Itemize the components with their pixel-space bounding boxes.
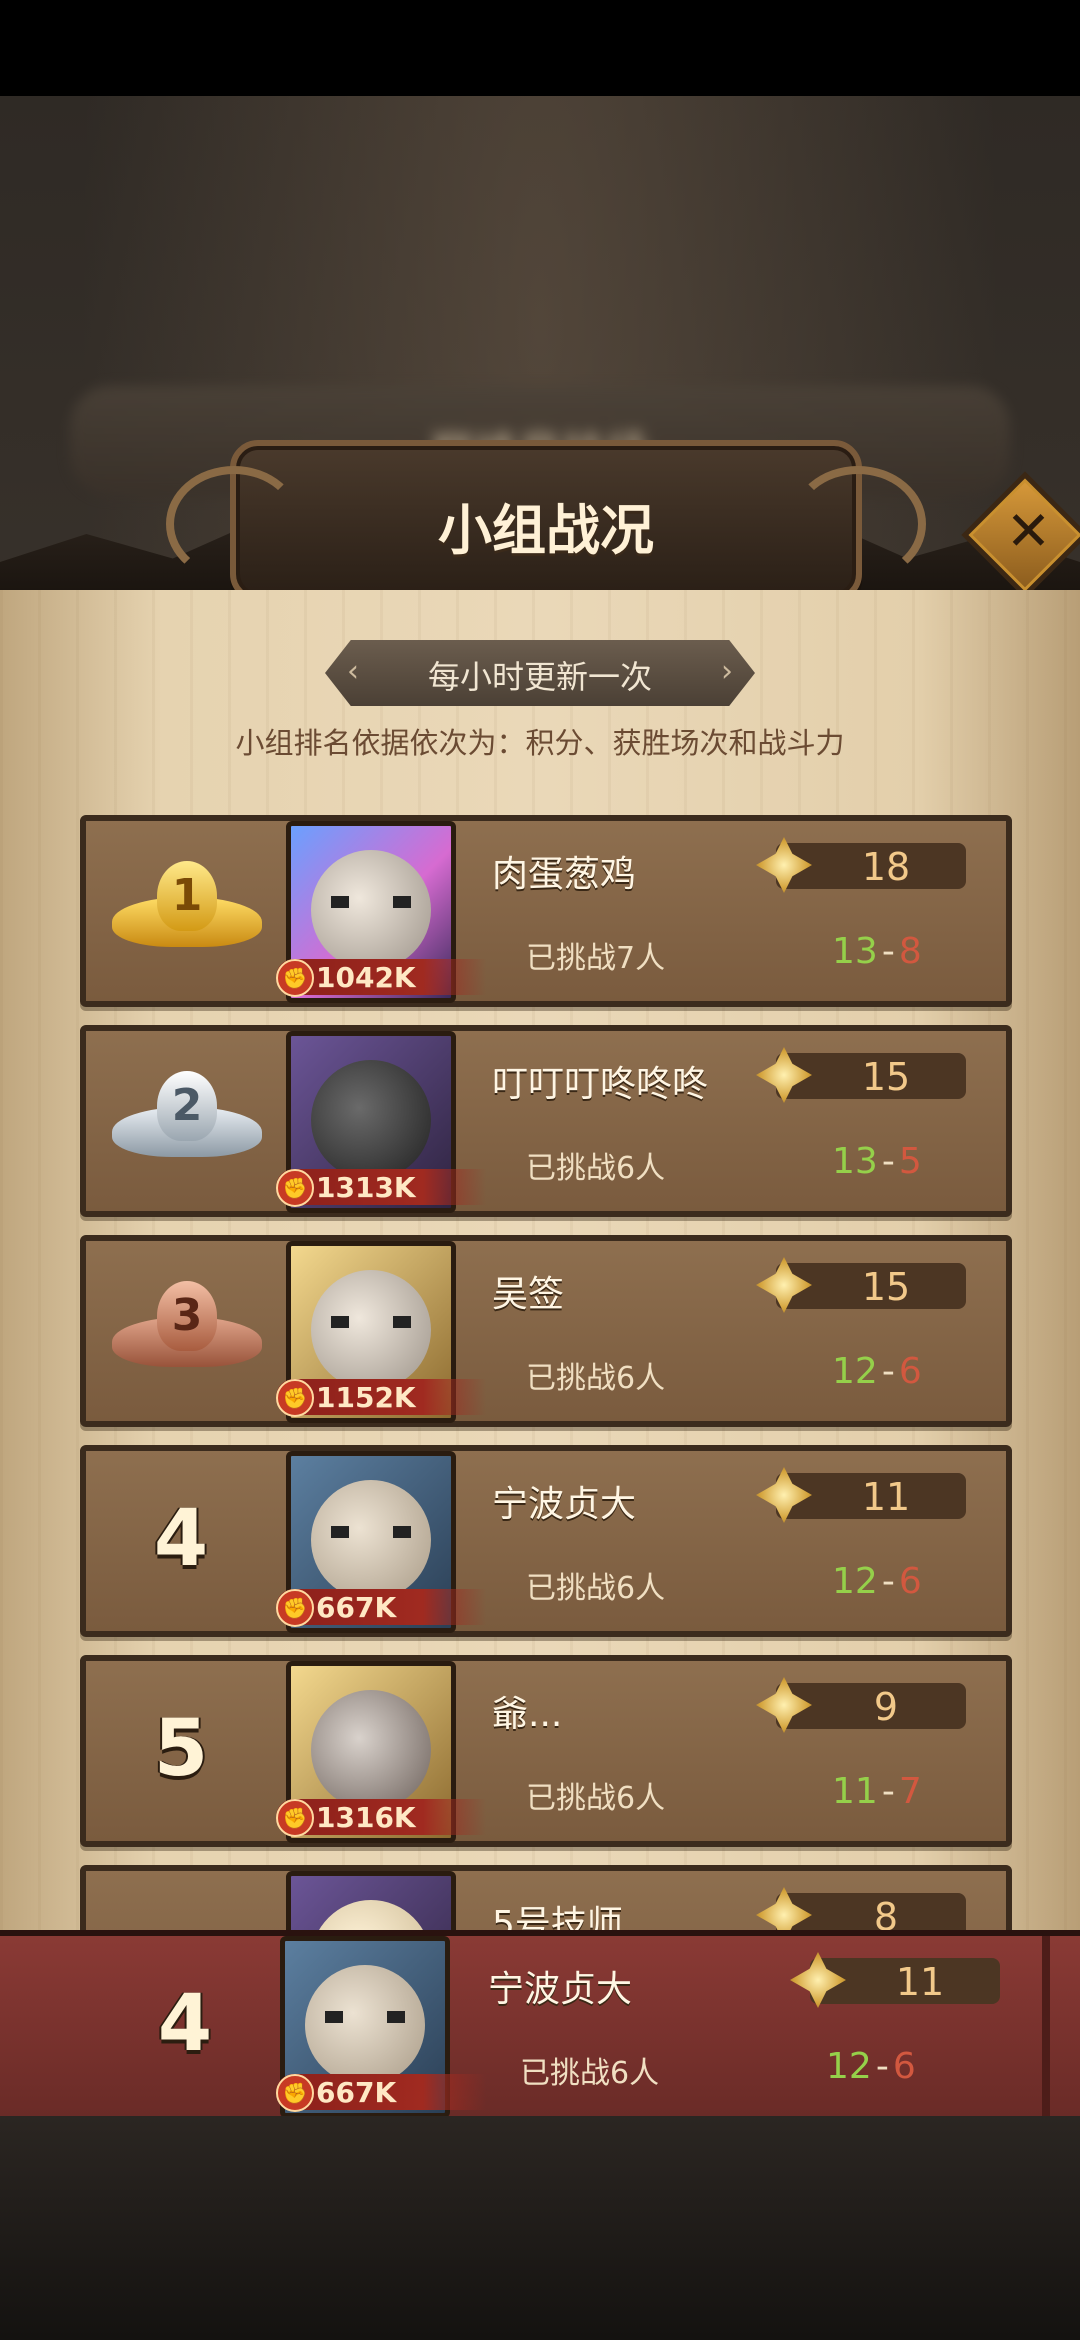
standing-row[interactable]: 5 ✊ 1316K 爺... 9 已挑战6人 11-7 — [80, 1655, 1012, 1847]
fist-icon: ✊ — [276, 959, 314, 997]
challenged-count: 已挑战6人 — [526, 1151, 666, 1186]
score-emblem-icon — [756, 1887, 812, 1935]
fist-icon: ✊ — [276, 2074, 314, 2112]
wins-value: 12 — [832, 1351, 878, 1392]
rank-number: 4 — [157, 1979, 213, 2069]
standing-row[interactable]: 3 ✊ 1152K 吴签 15 已挑战6人 12-6 — [80, 1235, 1012, 1427]
fist-icon: ✊ — [276, 1169, 314, 1207]
player-name: 叮叮叮咚咚咚 — [492, 1064, 709, 1105]
wins-value: 12 — [832, 1561, 878, 1602]
power-value: 1042K — [316, 961, 416, 994]
chevron-right-icon: › — [721, 654, 733, 689]
score-value: 11 — [895, 1960, 945, 2004]
standing-row[interactable]: 4 ✊ 667K 宁波贞大 11 已挑战6人 12-6 — [80, 1445, 1012, 1637]
win-loss: 12-6 — [826, 2046, 916, 2087]
dialog-title: 小组战况 — [438, 499, 654, 562]
challenged-count: 已挑战6人 — [526, 1361, 666, 1396]
score-emblem-icon — [756, 1257, 812, 1313]
fist-icon: ✊ — [276, 1589, 314, 1627]
rank-number: 2 — [157, 1071, 217, 1141]
power-value: 1152K — [316, 1381, 416, 1414]
wins-value: 11 — [832, 1771, 878, 1812]
fist-icon: ✊ — [276, 1799, 314, 1837]
power-badge: ✊ 1042K — [276, 959, 486, 997]
close-icon: ✕ — [1005, 499, 1052, 563]
ranking-rule-text: 小组排名依据依次为：积分、获胜场次和战斗力 — [235, 726, 845, 760]
power-badge: ✊ 667K — [276, 1589, 486, 1627]
score-value: 18 — [861, 845, 911, 889]
status-bar — [0, 0, 1080, 96]
rank-number: 3 — [157, 1281, 217, 1351]
rank-number: 1 — [157, 861, 217, 931]
group-standings-panel[interactable]: ‹ 每小时更新一次 › 小组排名依据依次为：积分、获胜场次和战斗力 1 ✊ 10… — [0, 590, 1080, 1935]
power-value: 667K — [316, 2076, 397, 2109]
player-name: 吴签 — [492, 1274, 565, 1315]
challenged-count: 已挑战6人 — [526, 1571, 666, 1606]
rank-number: 4 — [153, 1494, 209, 1584]
challenged-count: 已挑战6人 — [520, 2056, 660, 2091]
update-note-banner: ‹ 每小时更新一次 › — [325, 640, 755, 706]
bronze-medal-icon: 3 — [112, 1281, 262, 1381]
dialog-header: 小组战况 — [166, 440, 926, 602]
power-value: 667K — [316, 1591, 397, 1624]
challenged-count: 已挑战7人 — [526, 941, 666, 976]
score-box: 8 — [756, 1887, 966, 1935]
bottom-backdrop — [0, 2116, 1080, 2340]
score-box: 9 — [756, 1677, 966, 1733]
player-name: 肉蛋葱鸡 — [492, 854, 637, 895]
score-emblem-icon — [756, 1677, 812, 1733]
losses-value: 8 — [898, 931, 922, 972]
my-standing-row[interactable]: 4 ✊ 667K 宁波贞大 11 已挑战6人 12-6 — [0, 1930, 1080, 2122]
power-badge: ✊ 1316K — [276, 1799, 486, 1837]
score-emblem-icon — [756, 1047, 812, 1103]
win-loss: 12-6 — [832, 1351, 922, 1392]
losses-value: 6 — [892, 2046, 916, 2087]
score-value: 11 — [861, 1475, 911, 1519]
gold-medal-icon: 1 — [112, 861, 262, 961]
losses-value: 5 — [898, 1141, 922, 1182]
standing-row[interactable]: 1 ✊ 1042K 肉蛋葱鸡 18 已挑战7人 13-8 — [80, 815, 1012, 1007]
update-note: 每小时更新一次 — [427, 658, 652, 696]
fist-icon: ✊ — [276, 1379, 314, 1417]
standing-row[interactable]: 5号技师 8 — [80, 1865, 1012, 1935]
power-badge: ✊ 667K — [276, 2074, 486, 2112]
score-value: 9 — [873, 1685, 899, 1729]
score-box: 15 — [756, 1257, 966, 1313]
losses-value: 6 — [898, 1561, 922, 1602]
player-name: 宁波贞大 — [492, 1484, 637, 1525]
score-value: 15 — [861, 1055, 911, 1099]
score-value: 15 — [861, 1265, 911, 1309]
win-loss: 11-7 — [832, 1771, 922, 1812]
win-loss: 13-8 — [832, 931, 922, 972]
challenged-count: 已挑战6人 — [526, 1781, 666, 1816]
losses-value: 6 — [898, 1351, 922, 1392]
power-value: 1316K — [316, 1801, 416, 1834]
rank-number: 5 — [153, 1704, 209, 1794]
score-box: 11 — [756, 1467, 966, 1523]
score-box: 18 — [756, 837, 966, 893]
wins-value: 13 — [832, 931, 878, 972]
power-badge: ✊ 1152K — [276, 1379, 486, 1417]
player-name: 爺... — [492, 1694, 563, 1735]
wins-value: 12 — [826, 2046, 872, 2087]
power-value: 1313K — [316, 1171, 416, 1204]
score-box: 11 — [790, 1952, 1000, 2008]
player-name: 5号技师 — [492, 1904, 623, 1935]
wins-value: 13 — [832, 1141, 878, 1182]
player-name: 宁波贞大 — [488, 1969, 633, 2010]
win-loss: 13-5 — [832, 1141, 922, 1182]
win-loss: 12-6 — [832, 1561, 922, 1602]
standing-row[interactable]: 2 ✊ 1313K 叮叮叮咚咚咚 15 已挑战6人 13-5 — [80, 1025, 1012, 1217]
score-emblem-icon — [756, 837, 812, 893]
score-emblem-icon — [790, 1952, 846, 2008]
score-box: 15 — [756, 1047, 966, 1103]
silver-medal-icon: 2 — [112, 1071, 262, 1171]
power-badge: ✊ 1313K — [276, 1169, 486, 1207]
avatar[interactable] — [286, 1871, 456, 1935]
score-emblem-icon — [756, 1467, 812, 1523]
losses-value: 7 — [898, 1771, 922, 1812]
score-value: 8 — [873, 1895, 899, 1935]
